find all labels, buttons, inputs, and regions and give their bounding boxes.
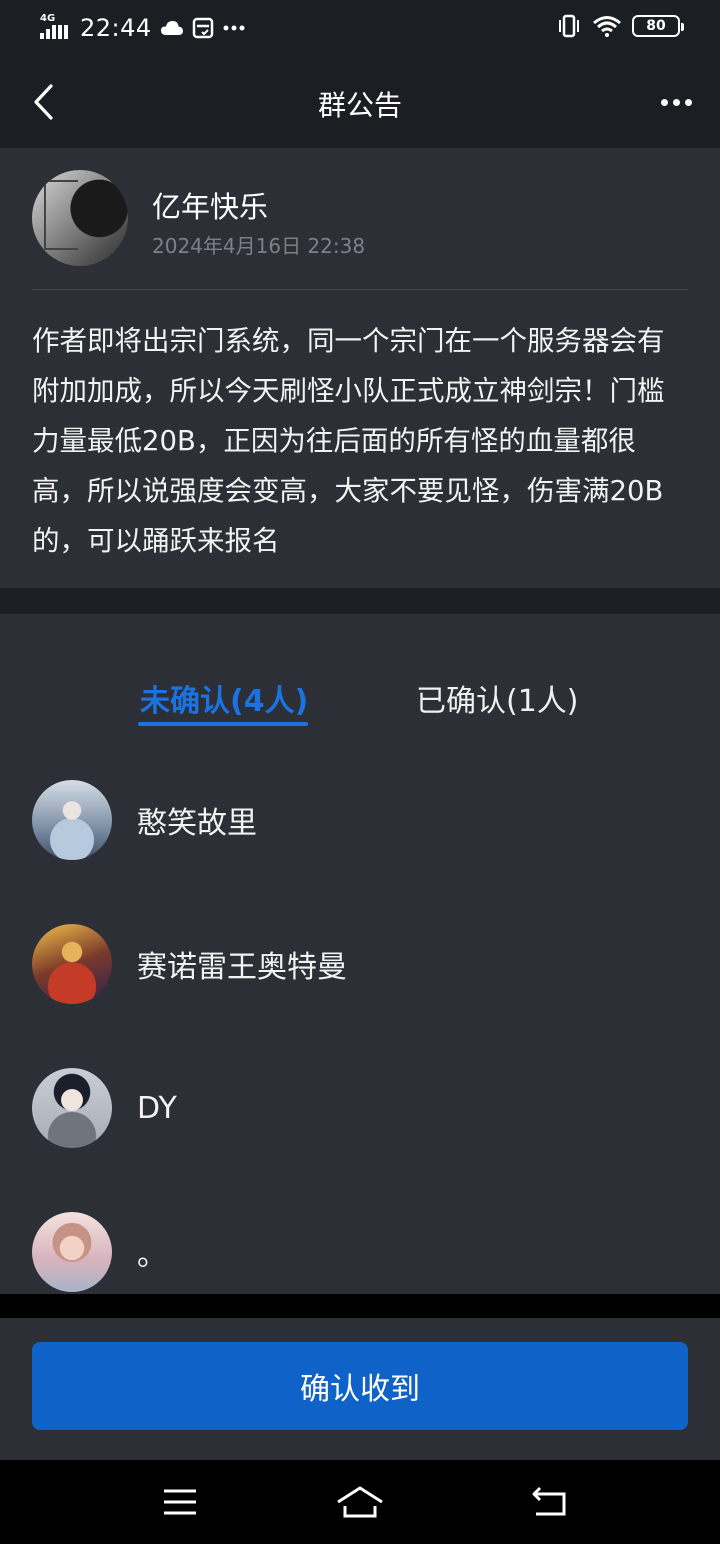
member-list-item[interactable]: 。 — [32, 1212, 688, 1292]
status-bar: 4G 22:44 80 — [0, 0, 720, 56]
divider — [32, 289, 688, 290]
cloud-icon — [160, 19, 184, 37]
member-list-item[interactable]: 憨笑故里 — [32, 780, 688, 860]
author-name: 亿年快乐 — [152, 190, 269, 224]
sim-card-icon — [192, 17, 214, 39]
action-area: 确认收到 — [0, 1318, 720, 1460]
member-avatar — [32, 780, 112, 860]
battery-level: 80 — [646, 18, 666, 34]
menu-icon — [164, 1489, 196, 1515]
announcement-card: 亿年快乐 2024年4月16日 22:38 作者即将出宗门系统，同一个宗门在一个… — [0, 148, 720, 588]
status-right: 80 — [556, 14, 684, 38]
nav-bar: 群公告 — [0, 56, 720, 148]
vibrate-icon — [556, 14, 582, 38]
member-avatar — [32, 924, 112, 1004]
signal-icon: 4G — [40, 13, 72, 41]
member-name: 憨笑故里 — [137, 806, 257, 841]
system-nav-bar — [0, 1460, 720, 1544]
member-avatar — [32, 1068, 112, 1148]
more-dot-icon — [672, 98, 680, 106]
member-name: 赛诺雷王奥特曼 — [137, 950, 347, 985]
tab-unconfirmed[interactable]: 未确认(4人) — [140, 676, 308, 720]
member-list-item[interactable]: 赛诺雷王奥特曼 — [32, 924, 688, 1004]
network-type: 4G — [40, 13, 56, 24]
status-time: 22:44 — [80, 14, 152, 42]
more-options-button[interactable] — [652, 86, 700, 118]
member-name: 。 — [137, 1238, 167, 1273]
post-timestamp: 2024年4月16日 22:38 — [152, 234, 366, 258]
member-list-item[interactable]: DY — [32, 1068, 688, 1148]
home-button[interactable] — [336, 1482, 384, 1522]
author-avatar[interactable] — [32, 170, 128, 266]
active-tab-indicator — [138, 722, 308, 726]
home-icon — [337, 1486, 383, 1518]
member-avatar — [32, 1212, 112, 1292]
bottom-separator — [0, 1294, 720, 1318]
wifi-icon — [592, 15, 622, 37]
status-left: 4G 22:44 — [40, 13, 246, 42]
back-nav-button[interactable] — [526, 1482, 574, 1522]
more-dot-icon — [684, 98, 692, 106]
return-icon — [532, 1486, 566, 1516]
more-dot-icon — [660, 98, 668, 106]
battery-icon: 80 — [632, 15, 684, 37]
menu-button[interactable] — [156, 1482, 204, 1522]
page-title: 群公告 — [317, 89, 402, 122]
announcement-text: 作者即将出宗门系统，同一个宗门在一个服务器会有附加加成，所以今天刷怪小队正式成立… — [32, 325, 665, 557]
tab-confirmed[interactable]: 已确认(1人) — [416, 676, 579, 720]
confirmation-panel: 未确认(4人) 已确认(1人) 憨笑故里 赛诺雷王奥特曼 DY 。 — [0, 614, 720, 1294]
section-separator — [0, 588, 720, 614]
member-name: DY — [137, 1090, 177, 1126]
more-notifications-icon — [222, 24, 246, 32]
confirm-received-button[interactable]: 确认收到 — [32, 1342, 688, 1430]
